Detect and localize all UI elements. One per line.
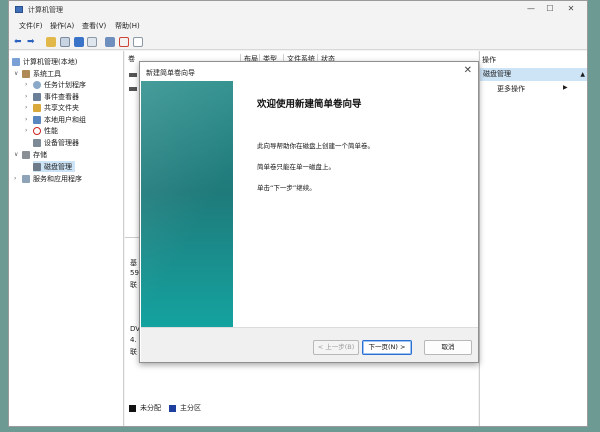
clock-icon — [33, 80, 41, 89]
chevron-right-icon[interactable]: › — [25, 81, 33, 88]
performance-icon — [33, 126, 41, 135]
tree-item-task-scheduler[interactable]: › 任务计划程序 — [25, 79, 86, 90]
actions-pane: 操作 磁盘管理 ▲ 更多操作 ▶ — [479, 51, 587, 426]
properties-icon[interactable] — [87, 37, 97, 47]
check-icon[interactable] — [119, 37, 129, 47]
menu-view[interactable]: 查看(V) — [82, 21, 106, 31]
tree-storage-label: 存储 — [33, 150, 47, 159]
tree-root-label: 计算机管理(本地) — [23, 57, 78, 66]
disk0-label: 基 — [130, 259, 137, 267]
folder-up-icon[interactable] — [46, 37, 56, 47]
actions-disk-management[interactable]: 磁盘管理 ▲ — [480, 68, 587, 81]
computer-icon — [12, 57, 20, 66]
dvd-status: 联 — [130, 348, 137, 356]
chevron-right-icon[interactable]: › — [14, 175, 22, 182]
chevron-down-icon[interactable]: ∨ — [14, 151, 22, 158]
maximize-icon[interactable]: ☐ — [544, 4, 556, 13]
storage-icon — [22, 150, 30, 159]
tree-item-label: 任务计划程序 — [44, 80, 86, 89]
wizard-line-2: 简单卷只能在单一磁盘上。 — [257, 163, 335, 171]
actions-selected-label: 磁盘管理 — [483, 70, 511, 78]
console-tree-icon[interactable] — [60, 37, 70, 47]
tree-item-label: 共享文件夹 — [44, 103, 79, 112]
disk-icon — [33, 162, 41, 171]
menu-help[interactable]: 帮助(H) — [115, 21, 140, 31]
tree-item-label: 本地用户和组 — [44, 115, 86, 124]
tree-storage[interactable]: ∨ 存储 — [14, 149, 47, 160]
tree-item-device-manager[interactable]: 设备管理器 — [33, 137, 79, 148]
legend-unallocated: 未分配 — [140, 404, 161, 412]
collapse-up-icon[interactable]: ▲ — [580, 68, 585, 81]
next-button[interactable]: 下一页(N) > — [362, 340, 412, 355]
volume-row[interactable] — [129, 87, 137, 91]
tree-item-label: 磁盘管理 — [44, 162, 72, 171]
close-icon[interactable]: ✕ — [464, 65, 472, 76]
event-log-icon — [33, 92, 41, 101]
tree-item-label: 性能 — [44, 126, 58, 135]
wizard-line-1: 此向导帮助你在磁盘上创建一个简单卷。 — [257, 142, 374, 150]
tree-item-label: 事件查看器 — [44, 92, 79, 101]
tree-item-label: 设备管理器 — [44, 138, 79, 147]
console-tree: 计算机管理(本地) ∨ 系统工具 › 任务计划程序 › 事件查看器 › 共享文件… — [9, 51, 124, 426]
wizard-line-3: 单击“下一步”继续。 — [257, 184, 316, 192]
menu-file[interactable]: 文件(F) — [19, 21, 43, 31]
view-icon[interactable] — [133, 37, 143, 47]
minimize-icon[interactable]: — — [525, 4, 537, 13]
tree-item-shared-folders[interactable]: › 共享文件夹 — [25, 102, 79, 113]
more-actions-link[interactable]: 更多操作 — [497, 84, 525, 94]
device-manager-icon — [33, 138, 41, 147]
wizard-title: 新建简单卷向导 — [146, 69, 195, 77]
menu-bar: 文件(F) 操作(A) 查看(V) 帮助(H) — [9, 19, 587, 33]
services-icon — [22, 174, 30, 183]
back-button[interactable]: < 上一步(B) — [313, 340, 359, 355]
legend-primary: 主分区 — [180, 404, 201, 412]
menu-action[interactable]: 操作(A) — [50, 21, 74, 31]
disk0-size: 59 — [130, 269, 139, 277]
cancel-button[interactable]: 取消 — [424, 340, 472, 355]
tree-root[interactable]: 计算机管理(本地) — [12, 56, 77, 67]
chevron-down-icon[interactable]: ∨ — [14, 70, 22, 77]
chevron-right-icon[interactable]: › — [25, 127, 33, 134]
help-icon[interactable] — [74, 37, 84, 47]
tree-item-event-viewer[interactable]: › 事件查看器 — [25, 91, 79, 102]
users-icon — [33, 115, 41, 124]
title-bar: 计算机管理 — ☐ ✕ — [9, 1, 587, 19]
forward-arrow-icon[interactable]: ➡ — [27, 37, 37, 47]
chevron-right-icon[interactable]: › — [25, 116, 33, 123]
volume-row[interactable] — [129, 73, 137, 77]
tree-item-disk-management[interactable]: 磁盘管理 — [33, 161, 75, 172]
wizard-banner — [141, 81, 233, 327]
close-icon[interactable]: ✕ — [565, 4, 577, 13]
new-simple-volume-wizard: 新建简单卷向导 ✕ 欢迎使用新建简单卷向导 此向导帮助你在磁盘上创建一个简单卷。… — [139, 61, 479, 363]
connect-icon[interactable] — [105, 37, 115, 47]
wizard-footer: < 上一步(B) 下一页(N) > 取消 — [141, 327, 478, 362]
tree-system-tools[interactable]: ∨ 系统工具 — [14, 68, 61, 79]
unallocated-swatch — [129, 404, 136, 412]
tree-services-label: 服务和应用程序 — [33, 174, 82, 183]
computer-management-icon — [15, 6, 23, 13]
tree-system-tools-label: 系统工具 — [33, 69, 61, 78]
dvd-size: 4. — [130, 336, 137, 344]
disk0-status: 联 — [130, 281, 137, 289]
more-actions-arrow-icon[interactable]: ▶ — [563, 84, 568, 91]
wizard-heading: 欢迎使用新建简单卷向导 — [257, 99, 362, 110]
primary-swatch — [169, 404, 176, 412]
chevron-right-icon[interactable]: › — [25, 104, 33, 111]
shared-folder-icon — [33, 103, 41, 112]
tree-services[interactable]: › 服务和应用程序 — [14, 173, 82, 184]
toolbar: ⬅ ➡ — [9, 34, 587, 50]
actions-header: 操作 — [482, 56, 496, 64]
tree-item-local-users[interactable]: › 本地用户和组 — [25, 114, 86, 125]
window-title: 计算机管理 — [28, 6, 63, 14]
chevron-right-icon[interactable]: › — [25, 93, 33, 100]
tools-icon — [22, 69, 30, 78]
partition-legend: 未分配 主分区 — [129, 403, 201, 413]
tree-item-performance[interactable]: › 性能 — [25, 125, 58, 136]
back-arrow-icon[interactable]: ⬅ — [14, 37, 24, 47]
